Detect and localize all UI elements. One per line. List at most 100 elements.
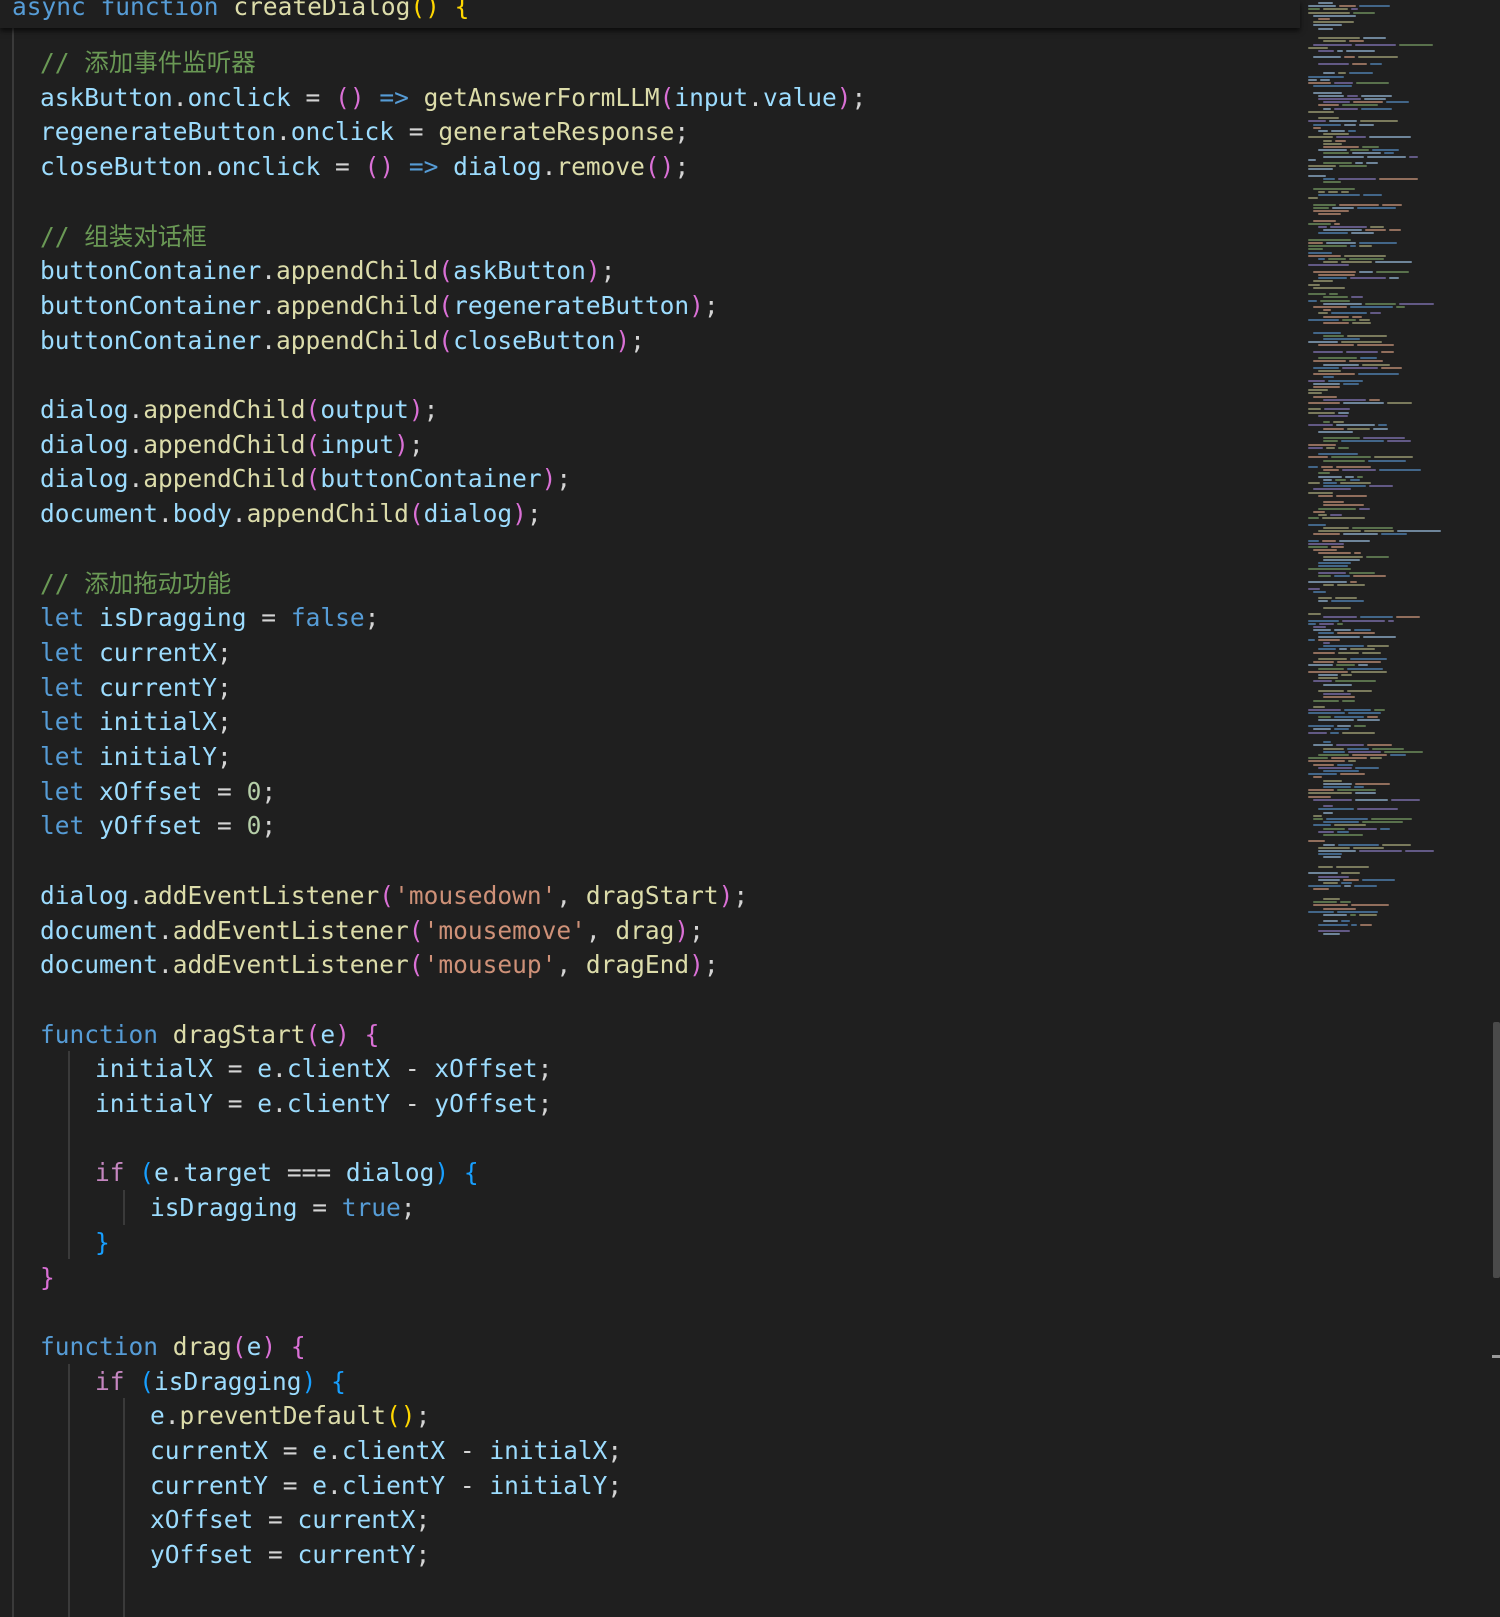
minimap-line: [1354, 552, 1361, 555]
minimap-line: [1323, 315, 1350, 318]
minimap-line: [1347, 827, 1378, 830]
code-line[interactable]: // 添加事件监听器: [40, 45, 256, 80]
code-line[interactable]: function dragStart(e) {: [40, 1017, 379, 1052]
minimap-line: [1313, 206, 1329, 209]
code-token: regenerateButton: [40, 117, 277, 147]
code-line[interactable]: dialog.appendChild(output);: [40, 392, 438, 427]
code-line[interactable]: initialY = e.clientY - yOffset;: [95, 1086, 552, 1121]
code-line[interactable]: initialX = e.clientX - xOffset;: [95, 1051, 552, 1086]
minimap-line: [1323, 834, 1364, 836]
code-line[interactable]: e.preventDefault();: [150, 1398, 430, 1433]
code-line[interactable]: xOffset = currentX;: [150, 1502, 430, 1537]
sticky-scroll-header[interactable]: async function createDialog() {: [0, 0, 1300, 28]
code-line[interactable]: // 添加拖动功能: [40, 566, 231, 601]
minimap-line: [1313, 21, 1355, 24]
minimap-line: [1350, 232, 1374, 235]
code-line[interactable]: if (e.target === dialog) {: [95, 1155, 479, 1190]
code-line[interactable]: let yOffset = 0;: [40, 808, 276, 843]
minimap-line: [1354, 629, 1372, 632]
minimap-line: [1323, 427, 1344, 430]
minimap-line: [1323, 398, 1367, 401]
minimap-line: [1313, 210, 1349, 212]
code-token: {: [364, 1019, 380, 1049]
minimap-line: [1342, 366, 1378, 369]
code-line[interactable]: if (isDragging) {: [95, 1364, 346, 1399]
code-line[interactable]: document.addEventListener('mousemove', d…: [40, 913, 704, 948]
code-text-area[interactable]: // 添加事件监听器 askButton.onclick = () => getA…: [0, 0, 1300, 1617]
code-line[interactable]: let initialY;: [40, 739, 232, 774]
minimap-line: [1313, 706, 1325, 708]
code-line[interactable]: let currentY;: [40, 670, 232, 705]
scrollbar-thumb[interactable]: [1493, 1022, 1500, 1278]
code-token: let: [40, 637, 85, 667]
code-line[interactable]: dialog.addEventListener('mousedown', dra…: [40, 878, 748, 913]
code-token: let: [40, 603, 85, 633]
minimap-line: [1397, 530, 1441, 532]
code-token: body: [172, 499, 232, 529]
minimap-line: [1323, 229, 1362, 232]
minimap-line: [1308, 293, 1327, 296]
code-line[interactable]: regenerateButton.onclick = generateRespo…: [40, 114, 689, 149]
minimap-line: [1348, 760, 1356, 763]
code-line[interactable]: askButton.onclick = () => getAnswerFormL…: [40, 80, 866, 115]
sticky-scroll-line[interactable]: async function createDialog() {: [12, 0, 469, 24]
code-line[interactable]: dialog.appendChild(buttonContainer);: [40, 461, 571, 496]
code-token: e: [312, 1470, 328, 1500]
code-token: .: [272, 1054, 287, 1084]
code-token: currentY: [99, 672, 218, 702]
minimap-line: [1318, 648, 1336, 651]
code-line[interactable]: let initialX;: [40, 704, 232, 739]
minimap-line: [1308, 670, 1349, 673]
code-line[interactable]: currentX = e.clientX - initialX;: [150, 1433, 622, 1468]
minimap-line: [1333, 824, 1367, 827]
code-line[interactable]: buttonContainer.appendChild(closeButton)…: [40, 323, 645, 358]
code-line[interactable]: document.body.appendChild(dialog);: [40, 496, 542, 531]
code-line[interactable]: }: [95, 1225, 110, 1260]
code-line[interactable]: let xOffset = 0;: [40, 774, 276, 809]
minimap[interactable]: [1300, 0, 1490, 1617]
code-token: (: [139, 1158, 155, 1188]
code-line[interactable]: }: [40, 1260, 55, 1295]
code-line[interactable]: let currentX;: [40, 635, 232, 670]
minimap-line: [1323, 555, 1363, 558]
code-line[interactable]: isDragging = true;: [150, 1190, 416, 1225]
code-line[interactable]: buttonContainer.appendChild(askButton);: [40, 253, 615, 288]
minimap-line: [1395, 616, 1421, 619]
minimap-line: [1349, 478, 1360, 481]
code-line[interactable]: currentY = e.clientY - initialY;: [150, 1468, 622, 1503]
code-line[interactable]: // 组装对话框: [40, 219, 207, 254]
minimap-line: [1336, 866, 1370, 868]
code-token: ;: [415, 1505, 431, 1535]
minimap-line: [1360, 94, 1392, 97]
code-token: .: [261, 290, 277, 320]
code-line[interactable]: function drag(e) {: [40, 1329, 306, 1364]
code-line[interactable]: yOffset = currentY;: [150, 1537, 430, 1572]
minimap-line: [1308, 523, 1326, 526]
minimap-line: [1338, 178, 1377, 180]
code-line[interactable]: document.addEventListener('mouseup', dra…: [40, 947, 719, 982]
code-line[interactable]: buttonContainer.appendChild(regenerateBu…: [40, 288, 719, 323]
code-editor[interactable]: // 添加事件监听器 askButton.onclick = () => getA…: [0, 0, 1500, 1617]
code-token: if: [95, 1158, 125, 1188]
vertical-scrollbar[interactable]: [1490, 0, 1500, 1617]
minimap-line: [1357, 718, 1381, 721]
minimap-line: [1352, 846, 1384, 849]
minimap-line: [1349, 306, 1393, 308]
minimap-line: [1323, 40, 1346, 43]
minimap-line: [1323, 843, 1335, 846]
minimap-line: [1354, 766, 1380, 769]
code-token: initialY: [489, 1470, 608, 1500]
code-line[interactable]: let isDragging = false;: [40, 600, 379, 635]
code-line[interactable]: dialog.appendChild(input);: [40, 427, 424, 462]
code-token: ): [541, 464, 557, 494]
minimap-line: [1323, 142, 1343, 145]
minimap-line: [1387, 440, 1411, 443]
code-line[interactable]: closeButton.onclick = () => dialog.remov…: [40, 149, 689, 184]
code-token: buttonContainer: [320, 464, 542, 494]
minimap-line: [1318, 149, 1348, 152]
code-token: ): [434, 1158, 450, 1188]
minimap-line: [1313, 43, 1352, 46]
